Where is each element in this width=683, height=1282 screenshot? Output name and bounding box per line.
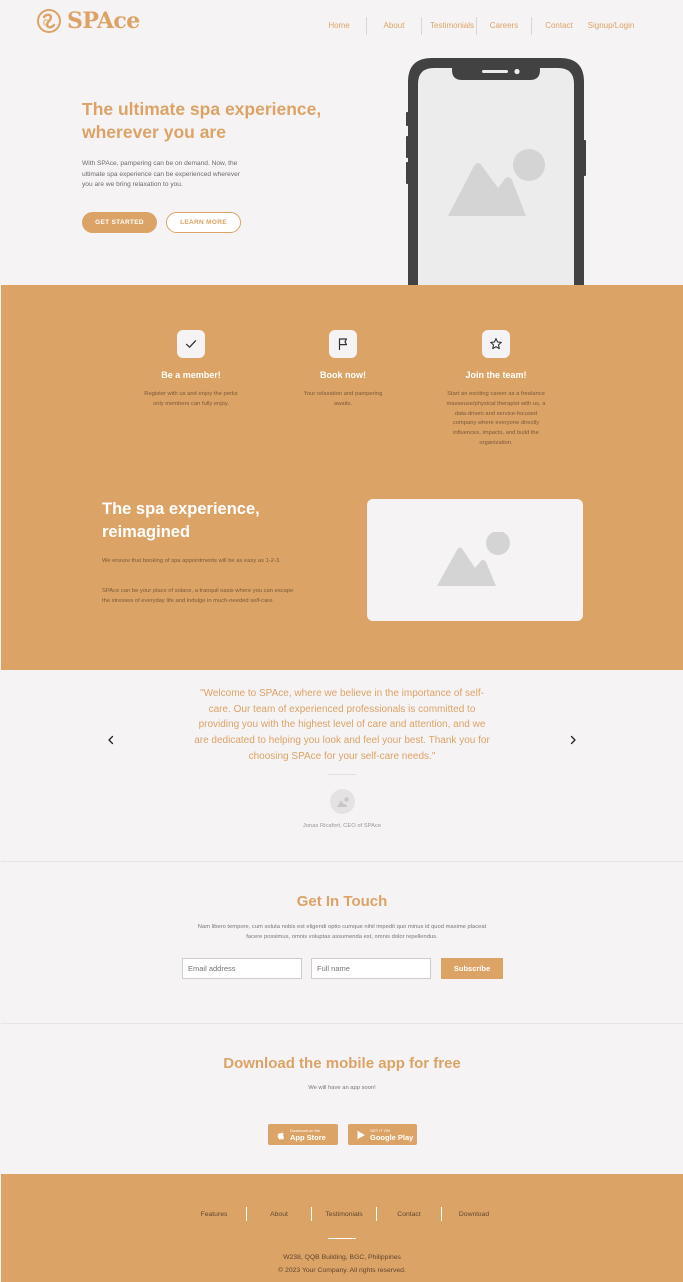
- logo-icon: [37, 9, 61, 33]
- google-play-label: Google Play: [370, 1132, 414, 1142]
- nav-careers[interactable]: Careers: [477, 16, 531, 36]
- full-name-field[interactable]: [311, 958, 431, 979]
- logo-text: SPAce: [67, 8, 140, 34]
- footer-link-download[interactable]: Download: [442, 1211, 506, 1218]
- subscribe-button[interactable]: Subscribe: [441, 958, 503, 979]
- learn-more-button[interactable]: LEARN MORE: [166, 212, 241, 233]
- nav-signup-login[interactable]: Signup/Login: [586, 16, 636, 36]
- next-arrow-button[interactable]: [566, 733, 580, 747]
- prev-arrow-button[interactable]: [104, 733, 118, 747]
- footer-address: W238, QQB Building, BGC, Philippines: [283, 1254, 401, 1261]
- hero-description: With SPAce, pampering can be on demand. …: [82, 160, 240, 188]
- testimonial-author: Jonas Ricafort, CEO of SPAce: [302, 823, 382, 829]
- avatar: [330, 789, 355, 814]
- google-play-button[interactable]: GET IT ON Google Play: [348, 1124, 417, 1145]
- feature-join: Join the team! Start an exciting career …: [441, 330, 551, 449]
- logo[interactable]: SPAce: [36, 8, 140, 34]
- footer-line: [328, 1238, 356, 1239]
- contact-title: Get In Touch: [296, 893, 388, 910]
- spa-paragraph: We ensure that booking of spa appointmen…: [102, 558, 281, 564]
- hero-title: The ultimate spa experience, wherever yo…: [82, 99, 322, 142]
- feature-text: Your relaxation and pampering awaits.: [303, 391, 383, 407]
- spa-paragraph: SPAce can be your place of solace, a tra…: [102, 588, 294, 604]
- chevron-left-icon: [108, 735, 114, 745]
- main-nav: Home About Testimonials Careers Contact …: [312, 16, 636, 36]
- feature-book: Book now! Your relaxation and pampering …: [288, 330, 398, 410]
- google-play-icon: [357, 1130, 365, 1139]
- phone-mockup: [406, 58, 586, 286]
- footer-link-contact[interactable]: Contact: [377, 1211, 441, 1218]
- quote-divider: [328, 774, 356, 775]
- feature-member: Be a member! Register with us and enjoy …: [136, 330, 246, 410]
- star-icon: [490, 338, 502, 350]
- spa-image-placeholder: [367, 499, 583, 621]
- footer-link-features[interactable]: Features: [182, 1211, 246, 1218]
- feature-title: Join the team!: [465, 370, 527, 380]
- feature-title: Be a member!: [161, 370, 221, 380]
- footer-nav: Features About Testimonials Contact Down…: [182, 1207, 506, 1221]
- footer-copyright: © 2023 Your Company. All rights reserved…: [278, 1267, 406, 1274]
- image-placeholder-icon: [437, 532, 510, 586]
- nav-home[interactable]: Home: [312, 16, 366, 36]
- feature-text: Start an exciting career as a freelance …: [446, 391, 546, 446]
- section-divider: [1, 861, 683, 862]
- image-placeholder-icon: [336, 796, 349, 807]
- section-divider: [1, 1023, 683, 1024]
- feature-title: Book now!: [320, 370, 366, 380]
- flag-icon: [338, 338, 348, 351]
- check-icon-box: [177, 330, 205, 358]
- chevron-right-icon: [570, 735, 576, 745]
- nav-contact[interactable]: Contact: [532, 16, 586, 36]
- nav-about[interactable]: About: [367, 16, 421, 36]
- feature-text: Register with us and enjoy the perks onl…: [144, 391, 238, 407]
- flag-icon-box: [329, 330, 357, 358]
- download-subtitle: We will have an app soon!: [308, 1085, 376, 1091]
- footer-link-about[interactable]: About: [247, 1211, 311, 1218]
- apple-icon: [277, 1130, 285, 1139]
- download-title: Download the mobile app for free: [223, 1055, 461, 1072]
- contact-description: Nam libero tempore, cum soluta nobis est…: [197, 924, 487, 940]
- footer: [1, 1174, 683, 1282]
- spa-title: The spa experience, reimagined: [102, 500, 260, 541]
- nav-testimonials[interactable]: Testimonials: [422, 16, 476, 36]
- check-icon: [185, 340, 197, 348]
- email-field[interactable]: [182, 958, 302, 979]
- star-icon-box: [482, 330, 510, 358]
- footer-link-testimonials[interactable]: Testimonials: [312, 1211, 376, 1218]
- testimonial-quote: "Welcome to SPAce, where we believe in t…: [194, 688, 490, 762]
- app-store-button[interactable]: Download on the App Store: [268, 1124, 338, 1145]
- app-store-label: App Store: [290, 1132, 326, 1142]
- get-started-button[interactable]: GET STARTED: [82, 212, 157, 233]
